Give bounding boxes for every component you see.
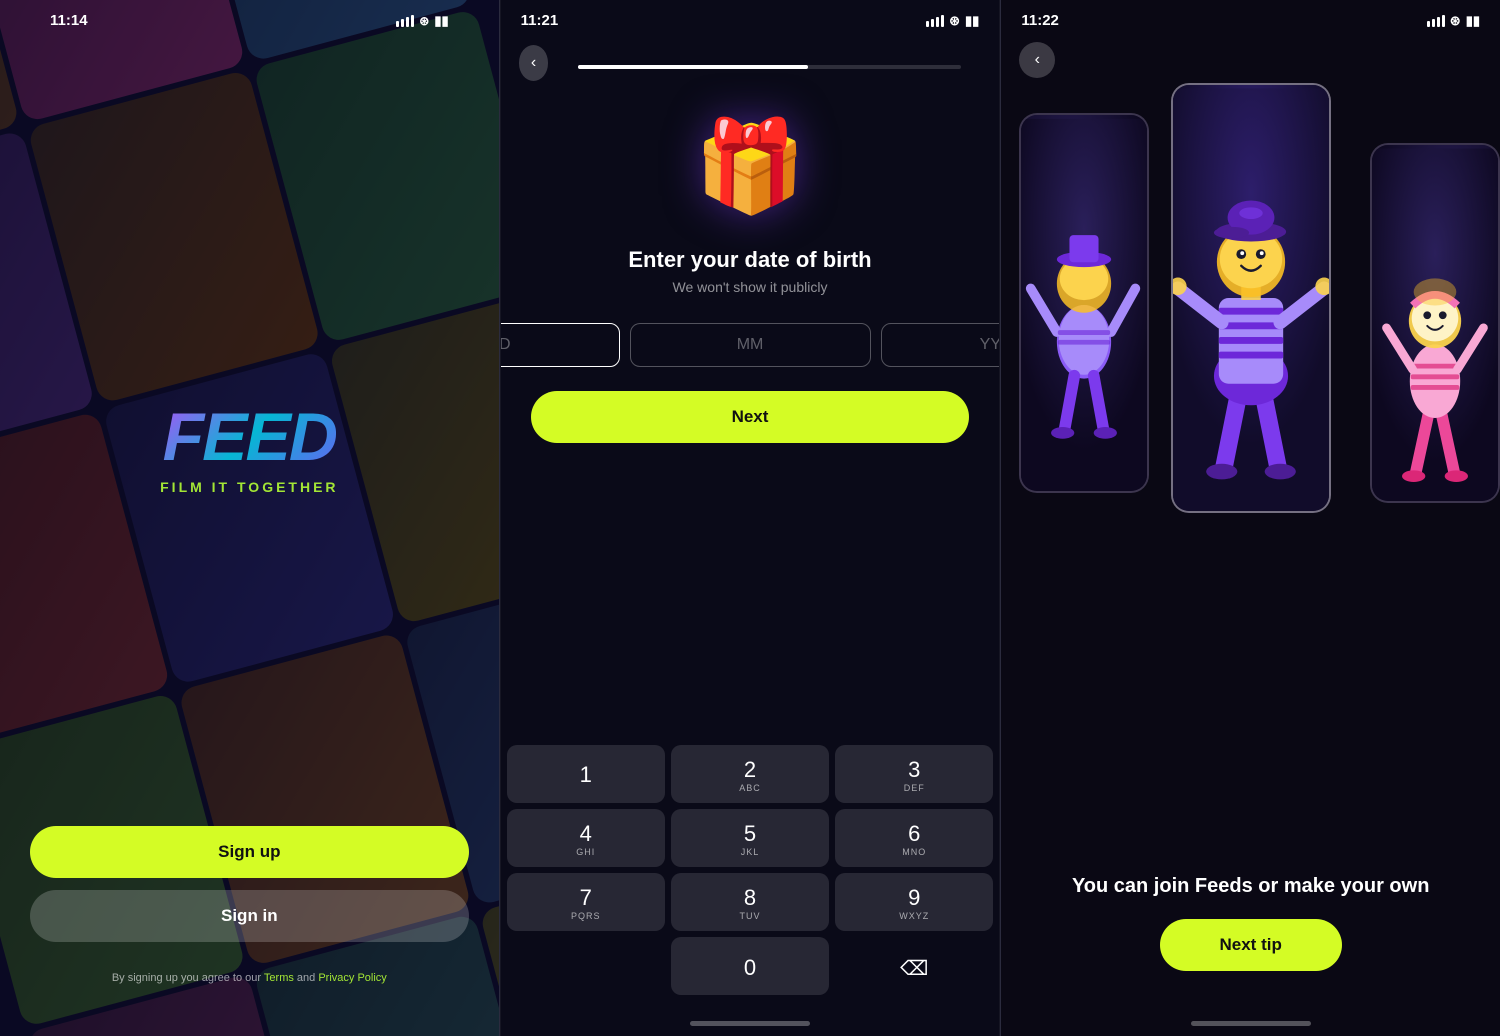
key-9[interactable]: 9 WXYZ [835,873,993,931]
phone1-screen: 11:14 ⊛ ▮▮ FEED FILM IT TOGETHER Sign up… [0,0,499,1036]
phone2-header: ‹ [501,33,1000,81]
status-time-1: 11:14 [50,12,88,29]
battery-icon-3: ▮▮ [1466,13,1480,29]
key-3[interactable]: 3 DEF [835,745,993,803]
auth-buttons: Sign up Sign in By signing up you agree … [30,826,469,987]
avatar-card-center [1171,83,1331,513]
terms-text: By signing up you agree to our Terms and… [112,970,387,987]
backspace-key[interactable]: ⌫ [835,937,993,995]
phone2-screen: 11:21 ⊛ ▮▮ ‹ 🎁 Enter your date of birth … [500,0,1001,1036]
key-empty [507,937,665,995]
home-indicator-3 [1191,1021,1311,1026]
key-7[interactable]: 7 PQRS [507,873,665,931]
key-2[interactable]: 2 ABC [671,745,829,803]
phone3-screen: 11:22 ⊛ ▮▮ ‹ [1001,0,1500,1036]
key-8[interactable]: 8 TUV [671,873,829,931]
signup-button[interactable]: Sign up [30,826,469,878]
battery-icon-1: ▮▮ [434,13,448,29]
key-0[interactable]: 0 [671,937,829,995]
wifi-icon-3: ⊛ [1450,13,1461,29]
key-row-2: 4 GHI 5 JKL 6 MNO [507,809,994,867]
dob-content: 🎁 Enter your date of birth We won't show… [501,81,1000,737]
back-button-2[interactable]: ‹ [519,45,549,81]
privacy-link[interactable]: Privacy Policy [318,972,386,984]
numeric-keyboard: 1 2 ABC 3 DEF 4 GHI 5 J [501,737,1000,1021]
status-icons-1: ⊛ ▮▮ [396,13,448,29]
key-5[interactable]: 5 JKL [671,809,829,867]
status-icons-3: ⊛ ▮▮ [1427,13,1480,29]
year-input[interactable] [881,323,1001,367]
avatar-card-left [1019,113,1149,493]
app-logo: FEED [163,403,336,471]
center-character [1173,85,1329,511]
date-inputs [500,323,1001,367]
key-row-4: 0 ⌫ [507,937,994,995]
left-character [1021,115,1147,491]
terms-middle: and [294,972,318,984]
logo-section: FEED FILM IT TOGETHER [160,73,338,826]
gift-illustration: 🎁 [685,101,815,231]
home-indicator-2 [690,1021,810,1026]
avatar-cards-container [1001,53,1500,573]
status-bar-3: 11:22 ⊛ ▮▮ [1001,0,1500,33]
dob-subtitle: We won't show it publicly [673,279,828,295]
wifi-icon-1: ⊛ [419,14,429,28]
key-6[interactable]: 6 MNO [835,809,993,867]
app-tagline: FILM IT TOGETHER [160,479,338,495]
status-bar-1: 11:14 ⊛ ▮▮ [30,0,469,33]
terms-link[interactable]: Terms [264,972,294,984]
next-tip-button[interactable]: Next tip [1160,919,1342,971]
day-input[interactable] [500,323,620,367]
avatar-card-right [1370,143,1500,503]
right-character [1372,145,1498,501]
dob-title: Enter your date of birth [628,247,871,273]
avatars-section [1001,33,1500,853]
backspace-icon: ⌫ [900,956,928,981]
terms-prefix: By signing up you agree to our [112,972,264,984]
status-time-3: 11:22 [1021,12,1059,29]
key-1[interactable]: 1 [507,745,665,803]
signin-button[interactable]: Sign in [30,890,469,942]
status-time-2: 11:21 [521,12,559,29]
status-bar-2: 11:21 ⊛ ▮▮ [501,0,1000,33]
status-icons-2: ⊛ ▮▮ [926,13,979,29]
next-button[interactable]: Next [531,391,970,443]
progress-bar [578,65,961,69]
progress-fill [578,65,808,69]
wifi-icon-2: ⊛ [949,13,960,29]
phone3-bottom: You can join Feeds or make your own Next… [1001,853,1500,1021]
feeds-title: You can join Feeds or make your own [1031,873,1470,899]
key-row-3: 7 PQRS 8 TUV 9 WXYZ [507,873,994,931]
battery-icon-2: ▮▮ [965,13,979,29]
month-input[interactable] [630,323,871,367]
key-row-1: 1 2 ABC 3 DEF [507,745,994,803]
key-4[interactable]: 4 GHI [507,809,665,867]
